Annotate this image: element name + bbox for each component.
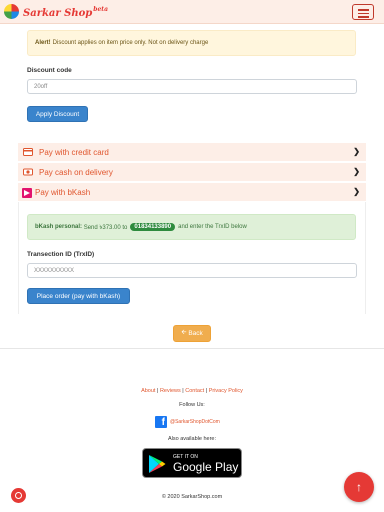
brand-name[interactable]: Sarkar Shopbeta [23,6,108,19]
chevron-right-icon: ❯ [353,147,360,156]
bkash-icon [22,188,32,198]
gplay-big-text: Google Play [173,460,239,474]
top-navbar: Sarkar Shopbeta [0,0,384,24]
arrow-left-icon: 🡨 [181,329,187,336]
place-order-button[interactable]: Place order (pay with bKash) [27,288,130,304]
google-play-badge[interactable]: GET IT ON Google Play [142,448,242,478]
hamburger-icon[interactable] [352,4,374,20]
alert-strong: Alert! [35,40,51,46]
bkash-send-text: Send ৳373.00 to [83,224,128,231]
discount-code-input[interactable]: 20off [27,79,357,94]
bkash-strong: bKash personal: [35,224,83,230]
pay-credit-card-row[interactable]: Pay with credit card ❯ [18,143,366,162]
copyright-text: © 2020 SarkarShop.com [161,494,223,500]
pay-cash-on-delivery-label: Pay cash on delivery [39,167,113,177]
google-play-icon [149,455,166,473]
back-label: Back [188,330,203,337]
arrow-up-icon[interactable]: ↑ [344,472,374,502]
bkash-number-badge: 01834133890 [130,223,176,231]
bkash-after-text: and enter the TrxID below [178,224,247,230]
facebook-link[interactable]: f @SarkarShopDotCom [155,415,220,429]
chat-icon[interactable] [11,488,26,503]
facebook-icon: f [155,416,167,428]
cash-icon [23,168,33,176]
discount-code-label: Discount code [27,67,72,74]
trxid-input[interactable]: XXXXXXXXXX [27,263,357,278]
logo-icon[interactable] [4,4,19,19]
discount-alert: Alert! Discount applies on item price on… [27,30,356,56]
credit-card-icon [23,148,33,156]
alert-text: Discount applies on item price only. Not… [52,40,209,46]
pay-bkash-row[interactable]: Pay with bKash ❯ [18,183,366,202]
pay-bkash-label: Pay with bKash [35,187,91,197]
chevron-right-icon: ❯ [353,187,360,196]
footer-link-reviews[interactable]: Reviews [160,388,181,394]
footer-links: About | Reviews | Contact | Privacy Poli… [141,388,243,394]
facebook-handle: @SarkarShopDotCom [170,419,220,425]
back-button[interactable]: 🡨 Back [173,325,211,342]
footer-link-privacy[interactable]: Privacy Policy [209,388,243,394]
footer-divider [0,348,384,349]
follow-us-label: Follow Us: [179,402,205,408]
apply-discount-button[interactable]: Apply Discount [27,106,88,122]
trxid-label: Transection ID (TrxID) [27,251,95,258]
footer-link-about[interactable]: About [141,388,155,394]
pay-cash-on-delivery-row[interactable]: Pay cash on delivery ❯ [18,163,366,182]
bkash-instructions: bKash personal: Send ৳373.00 to 01834133… [27,214,356,240]
footer-link-contact[interactable]: Contact [185,388,204,394]
pay-credit-card-label: Pay with credit card [39,147,109,157]
chevron-right-icon: ❯ [353,167,360,176]
also-available-label: Also available here: [167,436,216,442]
